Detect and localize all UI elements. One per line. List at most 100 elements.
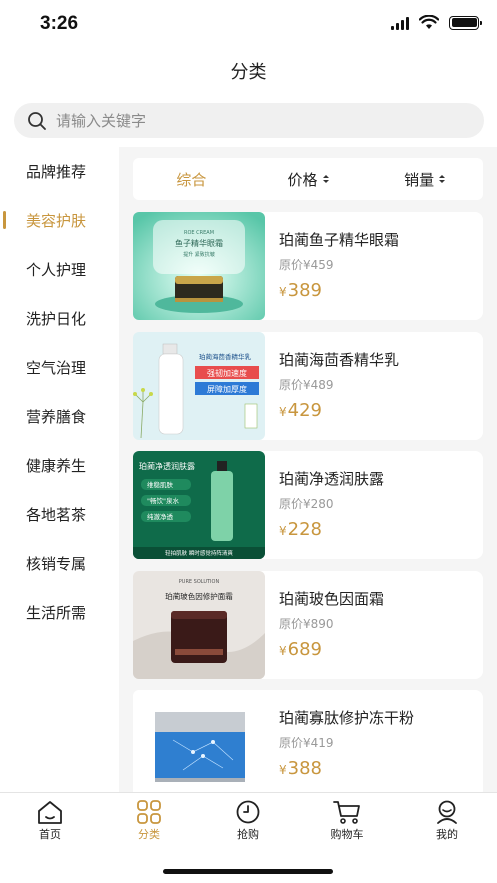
- sidebar-item-label: 个人护理: [26, 261, 87, 279]
- sidebar-item[interactable]: 洗护日化: [0, 294, 119, 343]
- tab-me-label: 我的: [436, 828, 458, 841]
- status-time: 3:26: [40, 13, 79, 34]
- category-icon: [137, 800, 161, 824]
- product-image: PURE SOLUTION 珀蔺玻色因修护面霜: [133, 571, 265, 679]
- tab-flash-sale[interactable]: 抢购: [208, 799, 288, 842]
- sort-price-label: 价格: [287, 170, 318, 189]
- currency-symbol: ¥: [279, 763, 287, 777]
- product-image-text: PURE SOLUTION: [179, 579, 220, 585]
- sidebar-item-label: 营养膳食: [26, 408, 87, 426]
- search-bar[interactable]: [14, 103, 484, 138]
- sidebar-item[interactable]: 生活所需: [0, 588, 119, 637]
- tab-flash-sale-label: 抢购: [237, 828, 259, 841]
- product-name: 珀蔺鱼子精华眼霜: [279, 231, 400, 249]
- sort-comprehensive-label: 综合: [176, 170, 207, 189]
- product-image-text: 强韧加速度: [207, 368, 247, 378]
- category-sidebar: 品牌推荐美容护肤个人护理洗护日化空气治理营养膳食健康养生各地茗茶核销专属生活所需: [0, 147, 119, 792]
- sidebar-item[interactable]: 营养膳食: [0, 392, 119, 441]
- product-price: ¥388: [279, 758, 322, 779]
- battery-icon: [449, 15, 482, 30]
- product-price: ¥689: [279, 639, 322, 660]
- product-price-value: 389: [287, 280, 322, 301]
- currency-symbol: ¥: [279, 524, 287, 538]
- tab-home-label: 首页: [39, 828, 61, 841]
- wifi-icon: [419, 15, 439, 29]
- product-original-price: 原价¥459: [279, 258, 334, 272]
- tab-me[interactable]: 我的: [407, 799, 487, 842]
- product-original-price: 原价¥419: [279, 736, 334, 750]
- sidebar-item[interactable]: 品牌推荐: [0, 147, 119, 196]
- sort-bar: 综合 价格 销量: [133, 158, 483, 200]
- tab-category-label: 分类: [138, 828, 160, 841]
- product-image: ROE CREAM 鱼子精华眼霜 提升 紧致抗皱: [133, 212, 265, 320]
- sidebar-item[interactable]: 美容护肤: [0, 196, 119, 245]
- product-image-text: "畅饮"泉水: [147, 496, 179, 505]
- status-bar: 3:26: [0, 0, 497, 50]
- sort-arrows-icon: [439, 175, 446, 183]
- tab-cart-label: 购物车: [330, 828, 364, 841]
- tab-category[interactable]: 分类: [109, 799, 189, 842]
- sort-comprehensive[interactable]: 综合: [133, 169, 250, 190]
- product-price: ¥389: [279, 280, 322, 301]
- product-image-text: ROE CREAM: [184, 230, 214, 236]
- content-area: 品牌推荐美容护肤个人护理洗护日化空气治理营养膳食健康养生各地茗茶核销专属生活所需…: [0, 147, 497, 792]
- product-image-text: 珀蔺净透润肤露: [139, 461, 195, 471]
- tab-cart[interactable]: 购物车: [307, 799, 387, 842]
- clock-icon: [236, 800, 260, 824]
- product-name: 珀蔺寡肽修护冻干粉: [279, 709, 415, 727]
- search-input[interactable]: [56, 111, 456, 130]
- product-price-value: 228: [287, 519, 322, 540]
- sidebar-item[interactable]: 健康养生: [0, 441, 119, 490]
- sidebar-item-label: 洗护日化: [26, 310, 87, 328]
- home-indicator: [163, 869, 333, 874]
- currency-symbol: ¥: [279, 644, 287, 658]
- sidebar-item-label: 空气治理: [26, 359, 87, 377]
- sidebar-item-label: 核销专属: [26, 555, 87, 573]
- product-image-text: 珀蔺玻色因修护面霜: [165, 591, 233, 601]
- product-image-text: 珀蔺海茴香精华乳: [199, 352, 252, 361]
- product-image-text: 鱼子精华眼霜: [175, 238, 223, 248]
- signal-icon: [391, 16, 409, 30]
- search-icon: [28, 111, 46, 130]
- tab-home[interactable]: 首页: [10, 799, 90, 842]
- product-price: ¥228: [279, 519, 322, 540]
- sort-arrows-icon: [322, 175, 329, 183]
- sidebar-item-label: 美容护肤: [26, 212, 87, 230]
- sidebar-item-label: 健康养生: [26, 457, 87, 475]
- product-name: 珀蔺海茴香精华乳: [279, 351, 400, 369]
- product-image: 珀蔺海茴香精华乳 强韧加速度 屏障加厚度: [133, 332, 265, 440]
- user-icon: [437, 800, 457, 824]
- product-original-price: 原价¥890: [279, 617, 334, 631]
- sidebar-item[interactable]: 核销专属: [0, 539, 119, 588]
- product-price-value: 388: [287, 758, 322, 779]
- product-card[interactable]: PURE SOLUTION 珀蔺玻色因修护面霜 珀蔺玻色因面霜 原价¥890 ¥…: [133, 571, 483, 679]
- product-original-price: 原价¥280: [279, 497, 334, 511]
- product-name: 珀蔺净透润肤露: [279, 470, 385, 488]
- sort-sales[interactable]: 销量: [366, 169, 483, 190]
- sidebar-item-label: 各地茗茶: [26, 506, 87, 524]
- product-image: 珀蔺净透润肤露 维稳肌肤 "畅饮"泉水 纯澈净透 轻拍肌肤 瞬时感觉持阵清爽: [133, 451, 265, 559]
- page-title: 分类: [230, 62, 267, 83]
- product-image-text: 屏障加厚度: [207, 384, 247, 394]
- home-icon: [38, 801, 62, 824]
- product-name: 珀蔺玻色因面霜: [279, 590, 385, 608]
- product-card[interactable]: 珀蔺寡肽修护冻干粉 原价¥419 ¥388: [133, 690, 483, 792]
- product-image-text: 轻拍肌肤 瞬时感觉持阵清爽: [165, 549, 233, 557]
- sort-sales-label: 销量: [404, 170, 435, 189]
- sidebar-item-label: 生活所需: [26, 604, 87, 622]
- status-icons: [391, 15, 482, 30]
- sort-price[interactable]: 价格: [250, 169, 367, 190]
- product-card[interactable]: 珀蔺净透润肤露 维稳肌肤 "畅饮"泉水 纯澈净透 轻拍肌肤 瞬时感觉持阵清爽 珀…: [133, 451, 483, 559]
- product-image: [133, 690, 265, 792]
- sidebar-item[interactable]: 个人护理: [0, 245, 119, 294]
- currency-symbol: ¥: [279, 405, 287, 419]
- sidebar-item[interactable]: 空气治理: [0, 343, 119, 392]
- product-price-value: 429: [287, 400, 322, 421]
- sidebar-item[interactable]: 各地茗茶: [0, 490, 119, 539]
- product-image-text: 提升 紧致抗皱: [183, 251, 215, 258]
- product-card[interactable]: ROE CREAM 鱼子精华眼霜 提升 紧致抗皱 珀蔺鱼子精华眼霜 原价¥459…: [133, 212, 483, 320]
- currency-symbol: ¥: [279, 285, 287, 299]
- product-price-value: 689: [287, 639, 322, 660]
- cart-icon: [333, 801, 360, 824]
- product-card[interactable]: 珀蔺海茴香精华乳 强韧加速度 屏障加厚度 珀蔺海茴香精华乳 原价¥489 ¥42…: [133, 332, 483, 440]
